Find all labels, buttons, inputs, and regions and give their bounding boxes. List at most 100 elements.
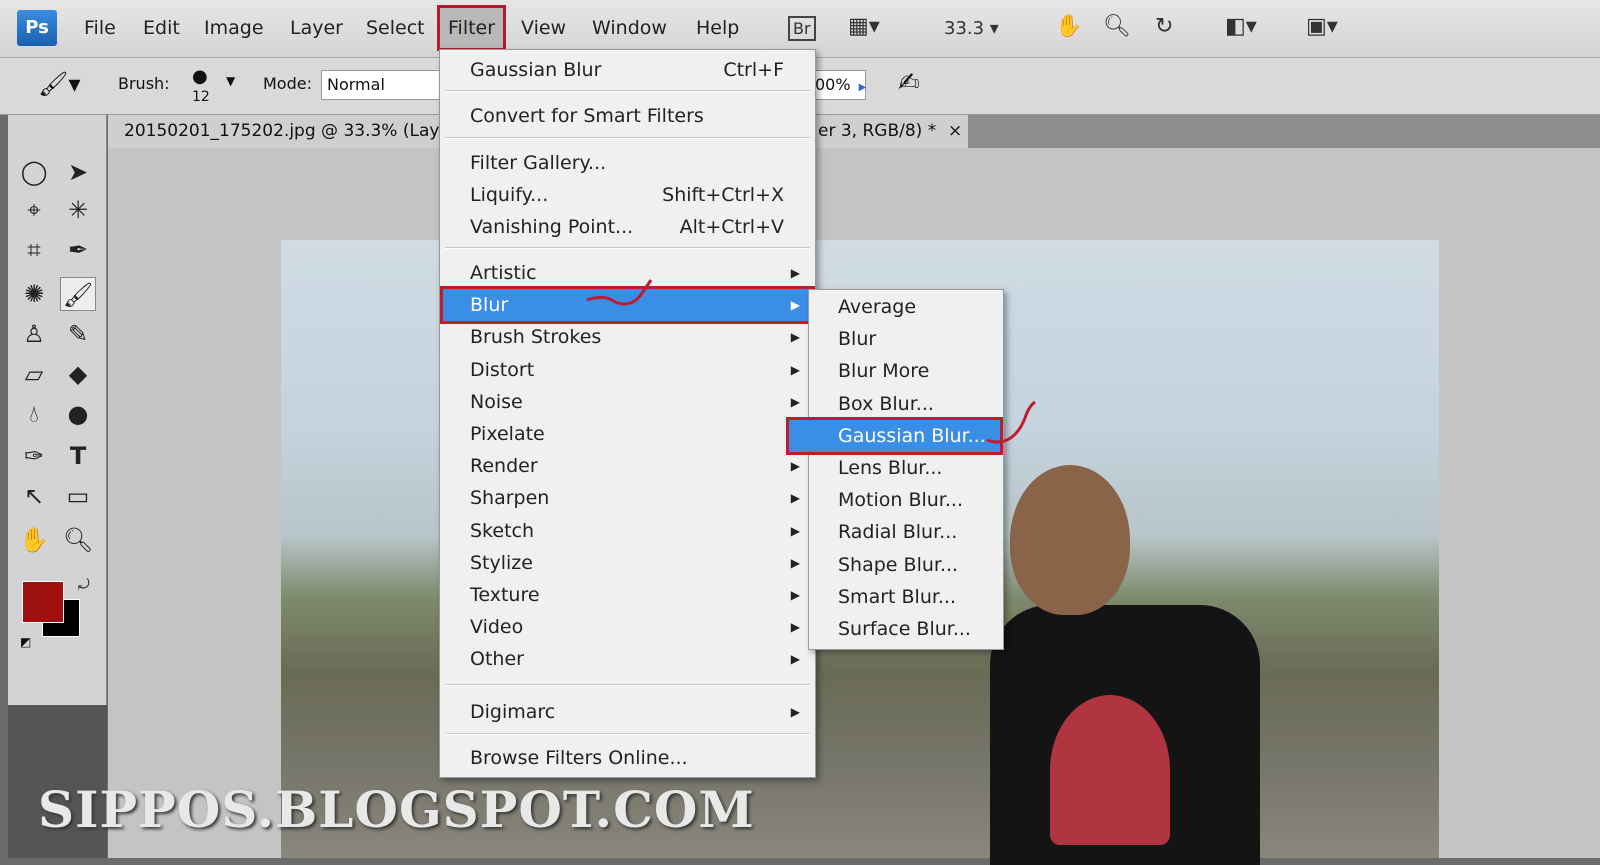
submenu-arrow-icon: ▶ — [790, 362, 800, 377]
airbrush-icon[interactable]: ✍︎ — [898, 68, 920, 98]
submenu-arrow-icon: ▶ — [790, 394, 800, 409]
rectangle-icon[interactable]: ▭ — [60, 479, 96, 513]
menu-item-filter-gallery[interactable]: Filter Gallery... — [443, 147, 812, 179]
blur-item-smart-blur[interactable]: Smart Blur... — [812, 581, 1000, 613]
document-title-end: er 3, RGB/8) * — [818, 121, 937, 141]
move-icon[interactable]: ➤ — [60, 155, 96, 189]
submenu-arrow-icon: ▶ — [790, 620, 800, 635]
eyedropper-icon[interactable]: ✒ — [60, 233, 96, 267]
menu-item-liquify[interactable]: Liquify... Shift+Ctrl+X — [443, 179, 812, 211]
label: Other — [470, 648, 524, 671]
history-brush-icon[interactable]: ✎ — [60, 317, 96, 351]
hand-tool-icon[interactable]: ✋ — [16, 523, 52, 557]
menu-item-sharpen[interactable]: Sharpen ▶ — [443, 482, 812, 514]
blur-item-average[interactable]: Average — [812, 291, 1000, 323]
menu-filter[interactable]: Filter — [436, 5, 507, 51]
menu-view[interactable]: View — [521, 17, 566, 39]
label: Digimarc — [470, 701, 556, 723]
photo-person — [990, 465, 1260, 865]
menu-item-blur[interactable]: Blur ▶ — [440, 286, 815, 325]
brush-dropdown-icon[interactable]: ▼ — [226, 74, 235, 88]
menu-window[interactable]: Window — [592, 17, 667, 39]
menu-item-digimarc[interactable]: Digimarc ▶ — [443, 696, 812, 728]
menu-item-convert-smart-filters[interactable]: Convert for Smart Filters — [443, 100, 812, 132]
submenu-arrow-icon: ▶ — [790, 652, 800, 667]
brush-preset-icon[interactable]: 🖌︎▾ — [38, 70, 81, 98]
menu-item-brush-strokes[interactable]: Brush Strokes ▶ — [443, 321, 812, 353]
rotate-view-icon[interactable]: ↻ — [1155, 14, 1173, 39]
stamp-icon[interactable]: ♙ — [16, 317, 52, 351]
blur-submenu: Average Blur Blur More Box Blur... Gaussian … — [786, 289, 1004, 650]
blur-item-radial-blur[interactable]: Radial Blur... — [812, 516, 1000, 548]
default-colors-icon[interactable]: ◩ — [20, 635, 31, 649]
paint-bucket-icon[interactable]: ◆ — [60, 357, 96, 391]
menu-item-last-filter[interactable]: Gaussian Blur Ctrl+F — [443, 54, 812, 86]
blur-item-box-blur[interactable]: Box Blur... — [812, 388, 1000, 420]
close-tab-icon[interactable]: × — [948, 115, 962, 148]
view-extras-icon[interactable]: ▦▾ — [848, 14, 880, 39]
submenu-arrow-icon: ▶ — [790, 266, 800, 280]
magic-wand-icon[interactable]: ✳ — [60, 193, 96, 227]
path-select-icon[interactable]: ↖ — [16, 479, 52, 513]
brush-tip-icon[interactable]: ● — [192, 66, 208, 87]
blur-item-motion-blur[interactable]: Motion Blur... — [812, 484, 1000, 516]
opacity-field[interactable]: 00% ▶ — [814, 70, 866, 100]
label: Brush Strokes — [470, 326, 602, 349]
blur-item-gaussian-blur[interactable]: Gaussian Blur... — [786, 416, 1003, 455]
opacity-value: 00% — [815, 75, 851, 94]
blur-item-blur-more[interactable]: Blur More — [812, 355, 1000, 387]
pen-icon[interactable]: ✑ — [16, 439, 52, 473]
menu-layer[interactable]: Layer — [290, 17, 343, 39]
menu-item-artistic[interactable]: Artistic ▶ — [443, 257, 812, 289]
shortcut: Alt+Ctrl+V — [679, 216, 784, 238]
menu-file[interactable]: File — [84, 17, 116, 39]
menu-item-video[interactable]: Video ▶ — [443, 611, 812, 643]
blur-tool-icon[interactable]: 💧︎ — [16, 397, 52, 431]
blur-item-lens-blur[interactable]: Lens Blur... — [812, 452, 1000, 484]
menu-item-pixelate[interactable]: Pixelate▶ — [443, 418, 812, 450]
menu-item-render[interactable]: Render ▶ — [443, 450, 812, 482]
menu-item-browse-filters-online[interactable]: Browse Filters Online... — [443, 742, 812, 774]
eraser-icon[interactable]: ▱ — [16, 357, 52, 391]
menu-item-other[interactable]: Other ▶ — [443, 643, 812, 675]
healing-icon[interactable]: ✺ — [16, 277, 52, 311]
menu-item-texture[interactable]: Texture ▶ — [443, 579, 812, 611]
polygonal-lasso-icon[interactable]: ⌖ — [16, 193, 52, 227]
dodge-icon[interactable]: ● — [60, 397, 96, 431]
menu-image[interactable]: Image — [204, 17, 264, 39]
label: Render — [470, 455, 538, 478]
lasso-icon[interactable]: ◯ — [16, 155, 52, 189]
label: Pixelate — [470, 423, 545, 445]
arrange-documents-icon[interactable]: ◧▾ — [1225, 14, 1257, 39]
menu-item-sketch[interactable]: Sketch ▶ — [443, 515, 812, 547]
submenu-arrow-icon: ▶ — [790, 523, 800, 538]
blur-item-surface-blur[interactable]: Surface Blur... — [812, 613, 1000, 645]
screen-mode-icon[interactable]: ▣▾ — [1306, 14, 1338, 39]
brush-tool-icon[interactable]: 🖌︎ — [60, 277, 96, 311]
submenu-arrow-icon: ▶ — [790, 588, 800, 602]
zoom-level[interactable]: 33.3 ▾ — [944, 18, 999, 39]
crop-icon[interactable]: ⌗ — [16, 233, 52, 267]
menu-select[interactable]: Select — [366, 17, 425, 39]
document-tab-bar: 20150201_175202.jpg @ 33.3% (Lay er 3, R… — [108, 115, 1600, 148]
blur-item-blur[interactable]: Blur — [812, 323, 1000, 355]
label: Sketch — [470, 519, 535, 542]
swap-colors-icon[interactable]: ⤾ — [78, 577, 90, 593]
bridge-button[interactable]: Br — [788, 16, 816, 41]
mode-select[interactable]: Normal — [321, 70, 441, 100]
brush-size: 12 — [192, 89, 210, 105]
zoom-icon[interactable]: 🔍︎ — [1103, 14, 1131, 39]
menu-item-vanishing-point[interactable]: Vanishing Point... Alt+Ctrl+V — [443, 211, 812, 243]
blur-item-shape-blur[interactable]: Shape Blur... — [812, 549, 1000, 581]
menu-help[interactable]: Help — [696, 17, 739, 39]
type-icon[interactable]: T — [60, 439, 96, 473]
hand-icon[interactable]: ✋ — [1055, 14, 1082, 39]
menu-item-noise[interactable]: Noise ▶ — [443, 386, 812, 418]
label: Video — [470, 616, 524, 639]
opacity-arrow-icon[interactable]: ▶ — [859, 82, 867, 93]
menu-edit[interactable]: Edit — [143, 17, 180, 39]
menu-item-stylize[interactable]: Stylize ▶ — [443, 547, 812, 579]
zoom-tool-icon[interactable]: 🔍︎ — [60, 523, 96, 557]
menu-item-distort[interactable]: Distort ▶ — [443, 354, 812, 386]
foreground-color-swatch[interactable] — [22, 581, 64, 623]
